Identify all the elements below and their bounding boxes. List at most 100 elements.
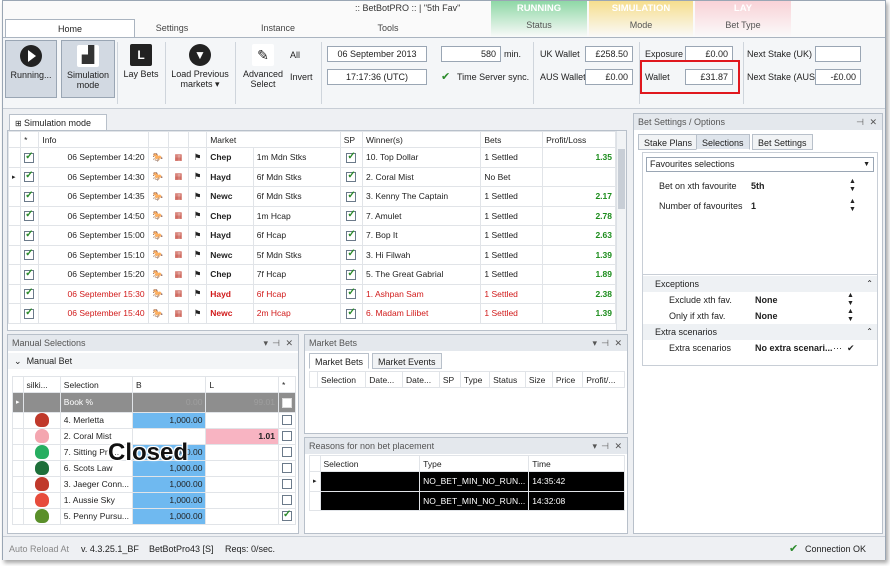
header-bets[interactable]: Bets <box>480 131 544 148</box>
selection-checkbox[interactable] <box>281 415 292 426</box>
header-winners[interactable]: Winner(s) <box>361 131 482 148</box>
dropdown-icon[interactable]: ▾ <box>263 335 268 351</box>
collapse-icon[interactable]: ⌃ <box>866 276 873 292</box>
tab-market-events[interactable]: Market Events <box>372 353 442 369</box>
only-if-xth-value[interactable]: None <box>755 308 778 324</box>
sp-checkbox[interactable] <box>346 287 357 300</box>
lay-odds-cell[interactable] <box>205 459 279 477</box>
pin-icon[interactable]: ⊣ <box>272 335 280 351</box>
market-bets-column-header[interactable]: Selection <box>316 371 367 388</box>
back-odds-cell[interactable]: 1,000.00 <box>132 411 207 429</box>
selection-checkbox[interactable] <box>281 509 292 522</box>
advanced-select-button[interactable]: ✎ Advanced Select <box>239 40 287 98</box>
running-button[interactable]: Running... <box>5 40 57 98</box>
race-checkbox[interactable] <box>24 307 35 319</box>
back-odds-cell[interactable]: 1,000.00 <box>132 507 207 525</box>
minutes-field[interactable]: 580 <box>441 46 501 62</box>
selection-checkbox[interactable] <box>281 495 292 506</box>
close-icon[interactable]: ✕ <box>285 335 293 351</box>
next-stake-uk-field[interactable] <box>815 46 861 62</box>
selection-checkbox[interactable] <box>281 479 292 490</box>
lay-odds-cell[interactable] <box>205 443 279 461</box>
lay-odds-cell[interactable]: 1.01 <box>205 427 279 445</box>
spin-icon[interactable]: ▲ ▼ <box>847 308 854 324</box>
header-sp[interactable]: SP <box>339 131 364 148</box>
scrollbar-thumb[interactable] <box>618 149 625 209</box>
time-sync-label[interactable]: Time Server sync. <box>457 70 529 84</box>
selection-checkbox[interactable] <box>281 447 292 458</box>
race-checkbox[interactable] <box>24 268 35 280</box>
exceptions-group[interactable]: Exceptions ⌃ <box>643 276 877 292</box>
table-row[interactable]: 06 September 14:50🐎▦⚑Chep1m Hcap 7. Amule… <box>8 205 616 226</box>
header-selection[interactable]: Selection <box>319 455 421 472</box>
market-bets-column-header[interactable]: Date... <box>365 371 404 388</box>
close-icon[interactable]: ✕ <box>614 335 622 351</box>
table-row[interactable]: 06 September 15:30🐎▦⚑Hayd6f Hcap 1. Ashpa… <box>8 283 616 304</box>
bet-on-xth-fav-value[interactable]: 5th <box>751 178 855 194</box>
tab-bet-settings[interactable]: Bet Settings <box>752 134 813 150</box>
selection-row[interactable]: 5. Penny Pursu... 1,000.00 <box>12 507 297 525</box>
lay-bets-button[interactable]: L Lay Bets <box>121 40 161 98</box>
sp-checkbox[interactable] <box>346 170 357 183</box>
exclude-xth-value[interactable]: None <box>755 292 778 308</box>
header-profit-loss[interactable]: Profit/Loss <box>542 131 616 148</box>
market-bets-column-header[interactable]: Profit/... <box>582 371 625 388</box>
table-row[interactable]: 06 September 15:10🐎▦⚑Newc5f Mdn Stks 3. H… <box>8 244 616 265</box>
sp-checkbox[interactable] <box>346 229 357 241</box>
table-row[interactable]: 06 September 14:35🐎▦⚑Newc6f Mdn Stks 3. K… <box>8 186 616 207</box>
close-icon[interactable]: ✕ <box>869 114 877 130</box>
header-selection[interactable]: Selection <box>59 376 134 393</box>
spin-icon[interactable]: ▲ ▼ <box>847 292 854 308</box>
header-star[interactable]: * <box>20 131 40 148</box>
tab-tools[interactable]: Tools <box>353 19 423 37</box>
tab-instance[interactable]: Instance <box>243 19 313 37</box>
race-checkbox[interactable] <box>24 151 35 163</box>
tab-market-bets[interactable]: Market Bets <box>309 353 370 369</box>
header-type[interactable]: Type <box>419 455 530 472</box>
pin-icon[interactable]: ⊣ <box>601 438 609 454</box>
next-stake-aus-field[interactable]: -£0.00 <box>815 69 861 85</box>
selection-row[interactable]: 1. Aussie Sky 1,000.00 <box>12 491 297 509</box>
market-bets-column-header[interactable]: Size <box>524 371 553 388</box>
selection-checkbox[interactable] <box>281 463 292 474</box>
tab-settings[interactable]: Settings <box>137 19 207 37</box>
market-bets-column-header[interactable]: Status <box>489 371 526 388</box>
sp-checkbox[interactable] <box>346 268 357 280</box>
sp-checkbox[interactable] <box>346 151 357 163</box>
table-row[interactable]: 06 September 15:40🐎▦⚑Newc2m Hcap 6. Madam… <box>8 303 616 324</box>
check-icon[interactable]: ✔ <box>847 340 855 356</box>
table-row[interactable]: 06 September 14:20🐎▦⚑Chep1m Mdn Stks 10. … <box>8 147 616 168</box>
pin-icon[interactable]: ⊣ <box>856 114 864 130</box>
market-bets-column-header[interactable]: SP <box>438 371 461 388</box>
dropdown-icon[interactable]: ▾ <box>592 335 597 351</box>
header-silks[interactable]: silki... <box>22 376 61 393</box>
simulation-scrollbar[interactable] <box>616 131 626 330</box>
tab-stake-plans[interactable]: Stake Plans <box>638 134 699 150</box>
selection-checkbox[interactable] <box>281 431 292 442</box>
race-checkbox[interactable] <box>24 209 35 222</box>
dropdown-icon[interactable]: ▾ <box>592 438 597 454</box>
back-odds-cell[interactable]: 1,000.00 <box>132 491 207 509</box>
spin-icon[interactable]: ▲ ▼ <box>849 178 856 194</box>
more-icon[interactable]: ··· <box>833 340 842 356</box>
time-field[interactable]: 17:17:36 (UTC) <box>327 69 427 85</box>
market-bets-column-header[interactable]: Type <box>459 371 491 388</box>
selection-row[interactable]: 4. Merletta 1,000.00 <box>12 411 297 429</box>
table-row[interactable]: 06 September 15:20🐎▦⚑Chep7f Hcap 5. The G… <box>8 264 616 285</box>
lay-odds-cell[interactable] <box>205 411 279 429</box>
manual-bet-group[interactable]: ⌄ Manual Bet <box>8 353 298 369</box>
header-info[interactable]: Info <box>38 131 149 148</box>
header-lay[interactable]: L <box>205 376 279 393</box>
race-checkbox[interactable] <box>24 190 35 202</box>
favourites-dropdown[interactable]: Favourites selections ▼ <box>646 157 874 172</box>
market-bets-column-header[interactable]: Price <box>551 371 584 388</box>
book-checkbox[interactable] <box>281 397 292 408</box>
reason-row[interactable]: ▸ NO_BET_MIN_NO_RUN... 14:35:42 <box>309 471 625 492</box>
simulation-mode-button[interactable]: ▟ Simulation mode <box>61 40 115 98</box>
sp-checkbox[interactable] <box>346 209 357 222</box>
race-checkbox[interactable] <box>24 229 35 241</box>
lay-odds-cell[interactable] <box>205 507 279 525</box>
close-icon[interactable]: ✕ <box>614 438 622 454</box>
lay-odds-cell[interactable] <box>205 491 279 509</box>
reason-row[interactable]: NO_BET_MIN_NO_RUN... 14:32:08 <box>309 490 625 511</box>
